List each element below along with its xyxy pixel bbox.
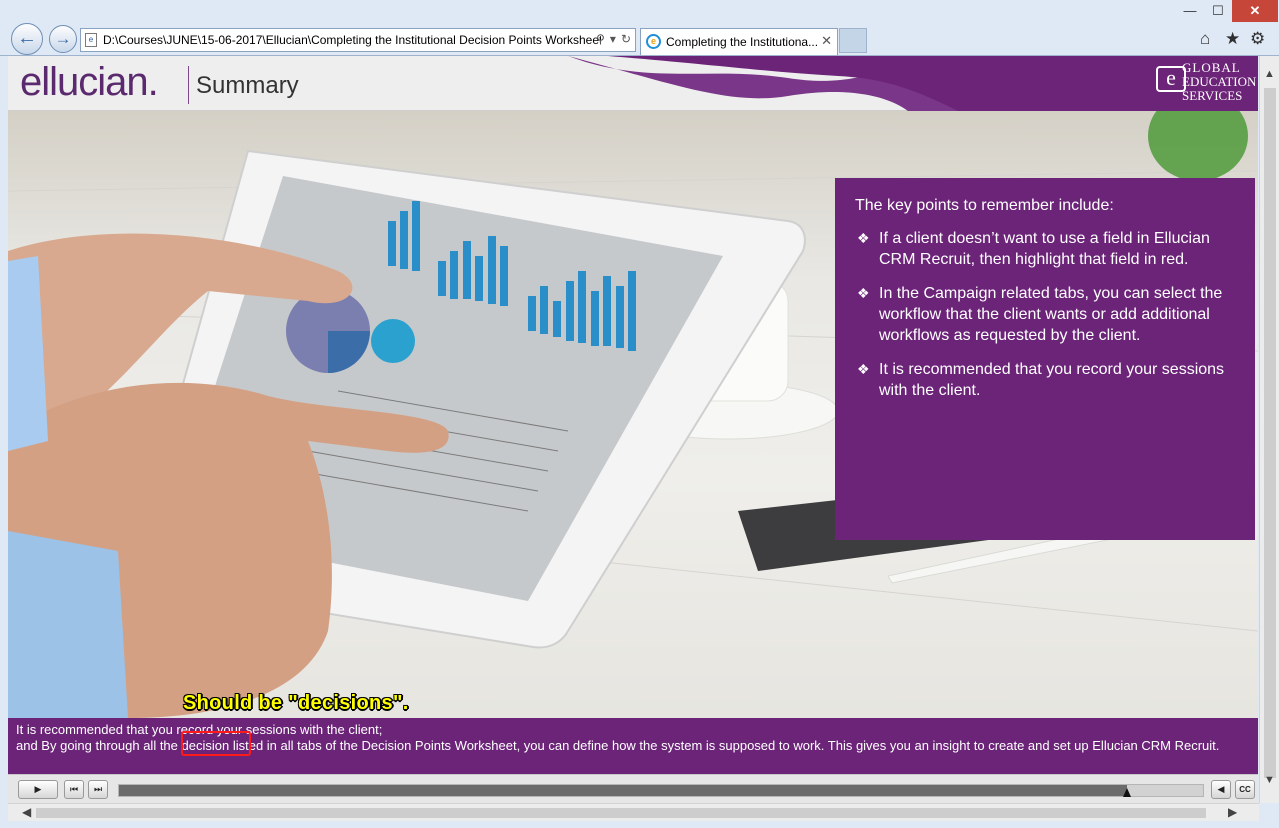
scroll-left-icon[interactable]: ◀ — [22, 805, 31, 819]
tab-close-icon[interactable]: ✕ — [821, 33, 832, 49]
scroll-right-icon[interactable]: ▶ — [1228, 805, 1237, 819]
previous-slide-button[interactable]: ⏮ — [64, 780, 84, 799]
address-url[interactable]: D:\Courses\JUNE\15-06-2017\Ellucian\Comp… — [103, 33, 601, 47]
play-button[interactable]: ▶ — [18, 780, 58, 799]
key-point-2: ❖ In the Campaign related tabs, you can … — [855, 283, 1235, 346]
ellucian-logo: ellucian. — [20, 60, 159, 104]
page-title: Summary — [196, 72, 299, 99]
next-slide-button[interactable]: ⏭ — [88, 780, 108, 799]
home-icon[interactable]: ⌂ — [1200, 29, 1210, 49]
key-point-1: ❖ If a client doesn’t want to use a fiel… — [855, 228, 1235, 270]
course-frame: ellucian. Summary e GLOBAL EDUCATION SER… — [8, 56, 1258, 803]
player-controls: ▶ ⏮ ⏭ ◀ CC — [8, 774, 1258, 803]
back-arrow-icon[interactable]: ← — [11, 23, 43, 55]
refresh-icon[interactable]: ↻ — [621, 32, 631, 46]
minimize-button[interactable]: — — [1176, 0, 1204, 22]
address-bar[interactable]: e D:\Courses\JUNE\15-06-2017\Ellucian\Co… — [80, 28, 636, 52]
window-bottom-border — [0, 821, 1279, 828]
course-header: ellucian. Summary e GLOBAL EDUCATION SER… — [8, 56, 1258, 111]
tab-title: Completing the Institutiona... — [666, 35, 818, 49]
vertical-scrollbar[interactable]: ▲ ▼ — [1259, 56, 1279, 803]
progress-thumb[interactable] — [1123, 788, 1132, 797]
key-point-3: ❖ It is recommended that you record your… — [855, 359, 1235, 401]
tab-active[interactable]: e Completing the Institutiona... ✕ — [640, 28, 838, 55]
horizontal-scroll-thumb[interactable] — [36, 808, 1206, 818]
search-icon[interactable]: ⚲ — [596, 32, 605, 46]
ie-icon: e — [646, 34, 661, 49]
review-annotation: Should be "decisions". — [183, 692, 409, 714]
vertical-scroll-thumb[interactable] — [1264, 88, 1276, 778]
key-points-panel: The key points to remember include: ❖ If… — [835, 178, 1255, 540]
scroll-up-icon[interactable]: ▲ — [1264, 68, 1275, 80]
horizontal-scrollbar[interactable]: ◀ ▶ — [8, 803, 1259, 821]
key-points-intro: The key points to remember include: — [855, 197, 1114, 214]
forward-arrow-icon[interactable]: → — [49, 25, 77, 53]
error-highlight-box — [181, 731, 251, 756]
maximize-button[interactable]: ☐ — [1204, 0, 1232, 22]
settings-gear-icon[interactable]: ⚙ — [1250, 29, 1265, 49]
progress-bar[interactable] — [118, 784, 1204, 797]
progress-fill — [119, 785, 1128, 796]
hero-image: The key points to remember include: ❖ If… — [8, 111, 1258, 718]
key-point-text: It is recommended that you record your s… — [879, 361, 1225, 399]
new-tab-button[interactable] — [839, 28, 867, 53]
key-point-text: In the Campaign related tabs, you can se… — [879, 285, 1223, 344]
diamond-bullet-icon: ❖ — [857, 230, 870, 246]
rewind-button[interactable]: ◀ — [1211, 780, 1231, 799]
diamond-bullet-icon: ❖ — [857, 361, 870, 377]
browser-chrome: — ☐ ✕ ← → e D:\Courses\JUNE\15-06-2017\E… — [0, 0, 1279, 56]
dropdown-icon[interactable]: ▾ — [610, 32, 616, 46]
diamond-bullet-icon: ❖ — [857, 285, 870, 301]
close-window-button[interactable]: ✕ — [1232, 0, 1278, 22]
header-divider — [188, 66, 189, 104]
key-point-text: If a client doesn’t want to use a field … — [879, 230, 1210, 268]
address-tools: ⚲ ▾ ↻ — [591, 32, 631, 46]
global-education-services-logo: e GLOBAL EDUCATION SERVICES — [1148, 58, 1258, 108]
favorites-star-icon[interactable]: ★ — [1225, 29, 1240, 49]
closed-captions-button[interactable]: CC — [1235, 780, 1255, 799]
scroll-down-icon[interactable]: ▼ — [1264, 774, 1275, 786]
page-icon: e — [85, 33, 97, 47]
